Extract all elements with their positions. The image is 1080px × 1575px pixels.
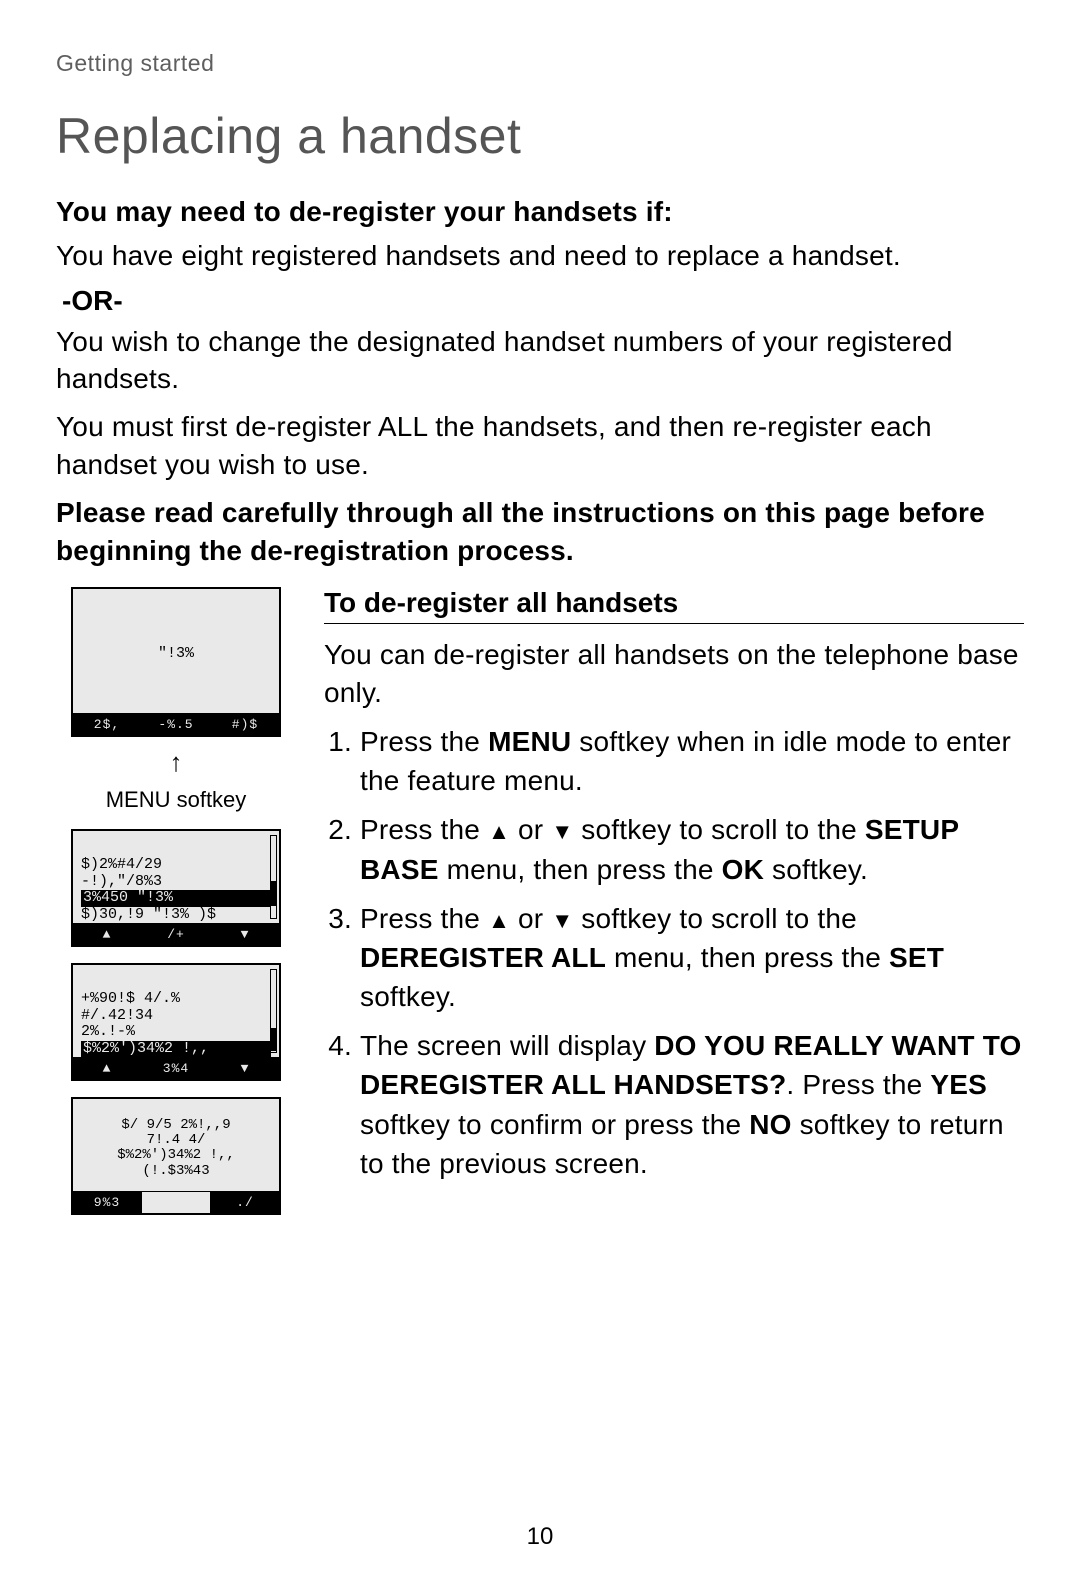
lcd3-soft-right: ▼	[211, 1058, 279, 1079]
lcd1-soft-right: #)$	[211, 714, 279, 735]
scroll-thumb	[271, 881, 276, 906]
lcd-screen-3: +%90!$ 4/.% #/.42!34 2%.!-% $%2%')34%2 !…	[71, 963, 281, 1081]
lcd3-selected: $%2%')34%2 !,,	[81, 1041, 271, 1058]
lcd2-soft-right: ▼	[211, 924, 279, 945]
lcd2-line4: $)30,!9 "!3% )$	[81, 907, 271, 924]
lcd4-line3: $%2%')34%2 !,,	[117, 1148, 235, 1163]
lcd-screen-4: $/ 9/5 2%!,,9 7!.4 4/ $%2%')34%2 !,, (!.…	[71, 1097, 281, 1215]
lcd4-soft-left: 9%3	[73, 1192, 142, 1213]
lcd2-soft-mid: /+	[142, 924, 211, 945]
breadcrumb: Getting started	[56, 50, 1024, 77]
lcd4-line4: (!.$3%43	[142, 1164, 209, 1179]
steps-list: Press the MENU softkey when in idle mode…	[324, 722, 1024, 1183]
step-1: Press the MENU softkey when in idle mode…	[360, 722, 1024, 800]
lcd-screen-2: $)2%#4/29 -!),"/8%3 3%450 "!3% $)30,!9 "…	[71, 829, 281, 947]
lcd4-line2: 7!.4 4/	[147, 1133, 206, 1148]
lcd4-soft-right: ./	[211, 1192, 279, 1213]
lcd2-selected: 3%450 "!3%	[81, 890, 271, 907]
lcd4-line1: $/ 9/5 2%!,,9	[121, 1118, 230, 1133]
triangle-up-icon: ▲	[488, 910, 510, 932]
page-number: 10	[0, 1523, 1080, 1551]
step-2: Press the ▲ or ▼ softkey to scroll to th…	[360, 810, 1024, 888]
lcd3-soft-mid: 3%4	[142, 1058, 211, 1079]
lcd3-line2: #/.42!34	[81, 1008, 271, 1025]
scroll-thumb	[271, 1028, 276, 1051]
triangle-down-icon: ▼	[551, 910, 573, 932]
lcd1-text: "!3%	[158, 646, 194, 663]
step-4: The screen will display DO YOU REALLY WA…	[360, 1026, 1024, 1183]
intro-para3: You must first de-register ALL the hands…	[56, 408, 1024, 484]
step-3: Press the ▲ or ▼ softkey to scroll to th…	[360, 899, 1024, 1017]
sub-heading: To de-register all handsets	[324, 587, 1024, 624]
lcd4-soft-mid	[142, 1192, 211, 1213]
or-label: -OR-	[62, 285, 1024, 317]
lcd2-line2: -!),"/8%3	[81, 874, 271, 891]
screen-illustrations: "!3% 2$, -%.5 #)$ ↑ MENU softkey $)2%#4/…	[56, 587, 296, 1215]
lcd-screen-1: "!3% 2$, -%.5 #)$	[71, 587, 281, 737]
intro-para1: You have eight registered handsets and n…	[56, 237, 1024, 275]
intro-para2: You wish to change the designated handse…	[56, 323, 1024, 399]
page-title: Replacing a handset	[56, 107, 1024, 165]
arrow-up-icon: ↑	[170, 749, 183, 775]
scrollbar-icon	[270, 969, 277, 1053]
lcd1-soft-left: 2$,	[73, 714, 142, 735]
lcd1-soft-mid: -%.5	[142, 714, 211, 735]
lcd3-soft-left: ▲	[73, 1058, 142, 1079]
lcd2-soft-left: ▲	[73, 924, 142, 945]
lcd2-line1: $)2%#4/29	[81, 857, 271, 874]
lcd1-caption: MENU softkey	[106, 787, 247, 813]
triangle-up-icon: ▲	[488, 821, 510, 843]
lcd3-line3: 2%.!-%	[81, 1024, 271, 1041]
intro-lead: You may need to de-register your handset…	[56, 193, 1024, 231]
right-lead: You can de-register all handsets on the …	[324, 636, 1024, 712]
intro-warning: Please read carefully through all the in…	[56, 494, 1024, 570]
triangle-down-icon: ▼	[551, 821, 573, 843]
scrollbar-icon	[270, 835, 277, 919]
lcd3-line1: +%90!$ 4/.%	[81, 991, 271, 1008]
